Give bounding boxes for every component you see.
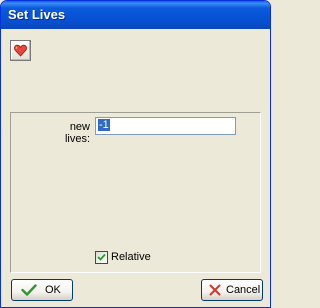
ok-label: OK (45, 284, 61, 296)
close-icon (209, 284, 221, 296)
cancel-label: Cancel (226, 284, 261, 296)
cancel-button[interactable]: Cancel (201, 279, 263, 301)
relative-label[interactable]: Relative (111, 251, 151, 263)
new-lives-input[interactable]: -1 (95, 117, 236, 135)
heart-icon (14, 44, 27, 57)
checkmark-icon (97, 253, 106, 261)
title-bar[interactable]: Set Lives (1, 1, 270, 29)
ok-button[interactable]: OK (11, 279, 73, 301)
checkmark-icon (21, 284, 37, 296)
window-title: Set Lives (8, 7, 66, 22)
set-lives-dialog: Set Lives new lives: -1 Relative OK Canc… (0, 0, 271, 308)
heart-button[interactable] (10, 40, 31, 61)
new-lives-value: -1 (98, 119, 110, 131)
new-lives-label: new lives: (64, 121, 90, 145)
relative-checkbox[interactable] (95, 251, 108, 264)
